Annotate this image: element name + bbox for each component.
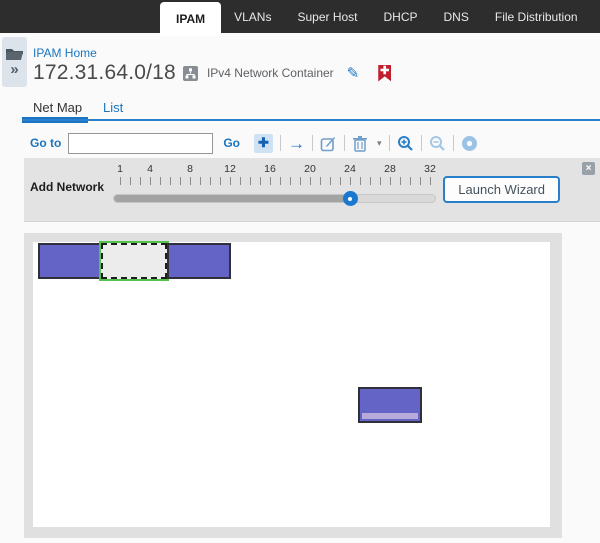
toolbar-separator [312, 135, 313, 151]
breadcrumb-ipam-home[interactable]: IPAM Home [33, 46, 97, 60]
ruler-tick [310, 177, 311, 185]
add-network-panel: Add Network 1 4 8 12 16 20 24 28 32 Launch Wizar… [24, 158, 600, 222]
ruler-label: 12 [224, 163, 236, 175]
ruler-tick [200, 177, 201, 185]
network-block[interactable] [167, 243, 231, 279]
zoom-out-icon[interactable] [429, 135, 446, 152]
expand-chevrons-icon: » [10, 64, 18, 76]
close-panel-icon[interactable]: × [582, 162, 595, 175]
ruler-tick [130, 177, 131, 185]
go-button[interactable]: Go [223, 136, 240, 150]
ruler-label: 28 [384, 163, 396, 175]
page-title: 172.31.64.0/18 [33, 61, 176, 85]
sidebar-toggle[interactable]: » [2, 37, 27, 87]
nav-tab-ipam[interactable]: IPAM [160, 2, 221, 36]
ruler-tick [280, 177, 281, 185]
ruler-tick [160, 177, 161, 185]
tab-list[interactable]: List [103, 100, 123, 115]
ruler-tick [260, 177, 261, 185]
goto-toolbar: Go to Go ✚ → ▾ [30, 130, 600, 156]
ruler-tick [360, 177, 361, 185]
nav-tab-dhcp[interactable]: DHCP [371, 0, 431, 33]
ruler-tick [320, 177, 321, 185]
ruler-tick [210, 177, 211, 185]
prefix-slider-thumb[interactable] [343, 191, 358, 206]
ruler-tick [230, 177, 231, 185]
nav-tab-vlans[interactable]: VLANs [221, 0, 284, 33]
ruler-tick [390, 177, 391, 185]
ruler-tick [170, 177, 171, 185]
nav-tab-super-host[interactable]: Super Host [284, 0, 370, 33]
ruler-tick [190, 177, 191, 185]
toolbar-separator [389, 135, 390, 151]
ruler-tick [290, 177, 291, 185]
ruler-tick [140, 177, 141, 185]
toolbar-separator [421, 135, 422, 151]
ruler-tick [120, 177, 121, 185]
ruler-tick [250, 177, 251, 185]
toolbar-separator [280, 135, 281, 151]
network-container-icon [183, 66, 198, 81]
goto-input[interactable] [68, 133, 213, 154]
ruler-label: 8 [187, 163, 193, 175]
ruler-label: 4 [147, 163, 153, 175]
ruler-tick [150, 177, 151, 185]
add-icon[interactable]: ✚ [254, 134, 273, 153]
zoom-in-icon[interactable] [397, 135, 414, 152]
add-network-label: Add Network [30, 180, 104, 194]
netmap-toolbar-icons: ✚ → ▾ [254, 134, 478, 153]
prefix-slider-track[interactable] [113, 194, 436, 203]
ruler-label: 1 [117, 163, 123, 175]
ruler-tick [270, 177, 271, 185]
tab-divider-line [22, 119, 600, 121]
ruler-label: 20 [304, 163, 316, 175]
nav-tab-file-distribution[interactable]: File Distribution [482, 0, 591, 33]
ruler-tick [430, 177, 431, 185]
ruler-tick [370, 177, 371, 185]
go-to-network-arrow-icon[interactable]: → [288, 135, 305, 152]
delete-trash-icon[interactable] [352, 135, 368, 152]
folder-icon [6, 48, 23, 61]
ruler-tick [350, 177, 351, 185]
edit-icon[interactable] [320, 135, 337, 152]
toolbar-separator [453, 135, 454, 151]
prefix-length-ruler: 1 4 8 12 16 20 24 28 32 [120, 163, 440, 193]
ruler-tick [410, 177, 411, 185]
utilization-bar [362, 413, 418, 419]
network-block[interactable] [358, 387, 422, 423]
launch-wizard-button[interactable]: Launch Wizard [443, 176, 560, 203]
ruler-tick [380, 177, 381, 185]
prefix-slider-fill [114, 195, 351, 202]
netmap-canvas[interactable] [33, 242, 550, 527]
nav-tab-row: IPAM VLANs Super Host DHCP DNS File Dist… [0, 0, 600, 33]
ruler-label: 24 [344, 163, 356, 175]
ruler-tick [220, 177, 221, 185]
ruler-tick [240, 177, 241, 185]
ruler-label: 32 [424, 163, 436, 175]
edit-pencil-icon[interactable]: ✎ [347, 64, 360, 82]
tab-net-map[interactable]: Net Map [33, 100, 82, 115]
ruler-tick [300, 177, 301, 185]
ruler-tick [180, 177, 181, 185]
title-row: 172.31.64.0/18 IPv4 Network Container ✎ … [33, 61, 391, 85]
network-block[interactable] [38, 243, 101, 279]
nav-tab-dns[interactable]: DNS [431, 0, 482, 33]
ruler-tick [330, 177, 331, 185]
ruler-tick [340, 177, 341, 185]
add-bookmark-icon[interactable]: ✚ [378, 65, 391, 82]
ruler-tick [420, 177, 421, 185]
toolbar-separator [344, 135, 345, 151]
top-navbar: IPAM VLANs Super Host DHCP DNS File Dist… [0, 0, 600, 33]
ruler-label: 16 [264, 163, 276, 175]
zoom-reset-icon[interactable] [461, 135, 478, 152]
bookmark-plus-glyph: ✚ [378, 65, 391, 77]
delete-dropdown-caret-icon[interactable]: ▾ [377, 138, 382, 149]
netmap-frame [24, 233, 562, 538]
ruler-tick [400, 177, 401, 185]
selected-network-block[interactable] [101, 243, 167, 279]
object-type-label: IPv4 Network Container [207, 66, 334, 80]
goto-label: Go to [30, 136, 61, 150]
